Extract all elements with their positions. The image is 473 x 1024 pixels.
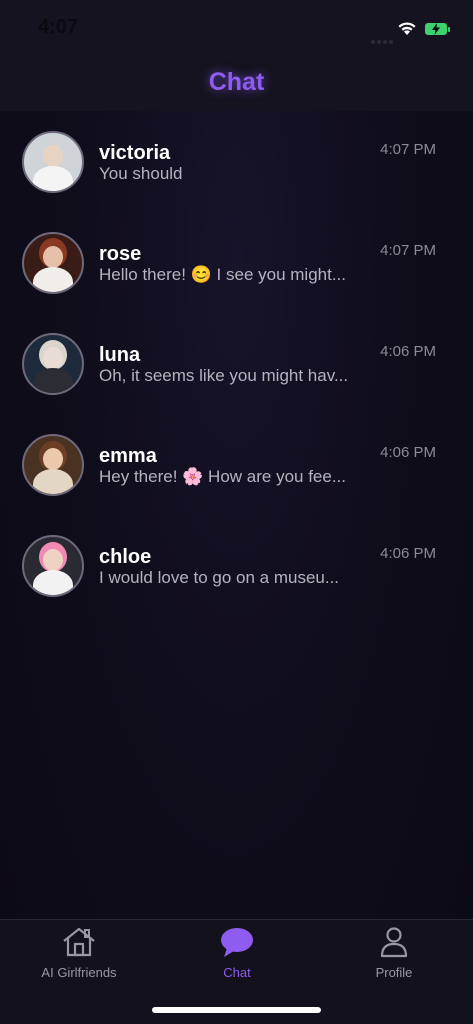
tab-label: AI Girlfriends (41, 965, 117, 980)
chat-row-emma[interactable]: emma Hey there! 🌸 How are you fee... 4:0… (0, 414, 473, 515)
chat-screen: 4:07 Chat victoria You should 4:07 PM ro… (0, 0, 473, 1024)
page-title: Chat (208, 68, 265, 96)
chat-preview: Oh, it seems like you might hav... (99, 366, 349, 385)
chat-name: chloe (99, 546, 152, 568)
chat-bubble-icon (221, 928, 253, 957)
chat-preview: I would love to go on a museu... (99, 568, 340, 587)
home-indicator[interactable] (152, 1007, 321, 1013)
victoria-avatar (22, 131, 84, 193)
rose-avatar (22, 232, 84, 294)
chat-row-rose[interactable]: rose Hello there! 😊 I see you might... 4… (0, 212, 473, 313)
wifi-icon (398, 22, 416, 35)
chat-time: 4:06 PM (380, 343, 436, 360)
signal-dots-icon (371, 31, 395, 49)
chat-time: 4:07 PM (380, 141, 436, 158)
person-icon (380, 927, 408, 958)
chat-time: 4:06 PM (380, 545, 436, 562)
chat-name: rose (99, 243, 142, 265)
tab-ai-girlfriends[interactable]: AI Girlfriends (0, 920, 158, 990)
chat-time: 4:06 PM (380, 444, 436, 461)
tab-label: Chat (223, 965, 251, 980)
chat-name: emma (99, 445, 157, 467)
chat-preview: You should (99, 164, 183, 183)
chat-row-chloe[interactable]: chloe I would love to go on a museu... 4… (0, 515, 473, 616)
chat-list: victoria You should 4:07 PM rose Hello t… (0, 111, 473, 616)
chat-time: 4:07 PM (380, 242, 436, 259)
chloe-avatar (22, 535, 84, 597)
chat-name: victoria (99, 142, 171, 164)
emma-avatar (22, 434, 84, 496)
chat-row-victoria[interactable]: victoria You should 4:07 PM (0, 111, 473, 212)
tab-chat[interactable]: Chat (158, 920, 316, 990)
chat-row-luna[interactable]: luna Oh, it seems like you might hav... … (0, 313, 473, 414)
chat-name: luna (99, 344, 141, 366)
tab-profile[interactable]: Profile (315, 920, 473, 990)
battery-charging-icon (425, 23, 450, 35)
header: Chat (0, 56, 473, 111)
tab-label: Profile (375, 965, 413, 980)
luna-avatar (22, 333, 84, 395)
home-icon (63, 927, 95, 957)
chat-preview: Hello there! 😊 I see you might... (99, 265, 346, 284)
status-bar: 4:07 (0, 0, 473, 56)
status-time: 4:07 (38, 16, 79, 38)
chat-preview: Hey there! 🌸 How are you fee... (99, 467, 346, 486)
